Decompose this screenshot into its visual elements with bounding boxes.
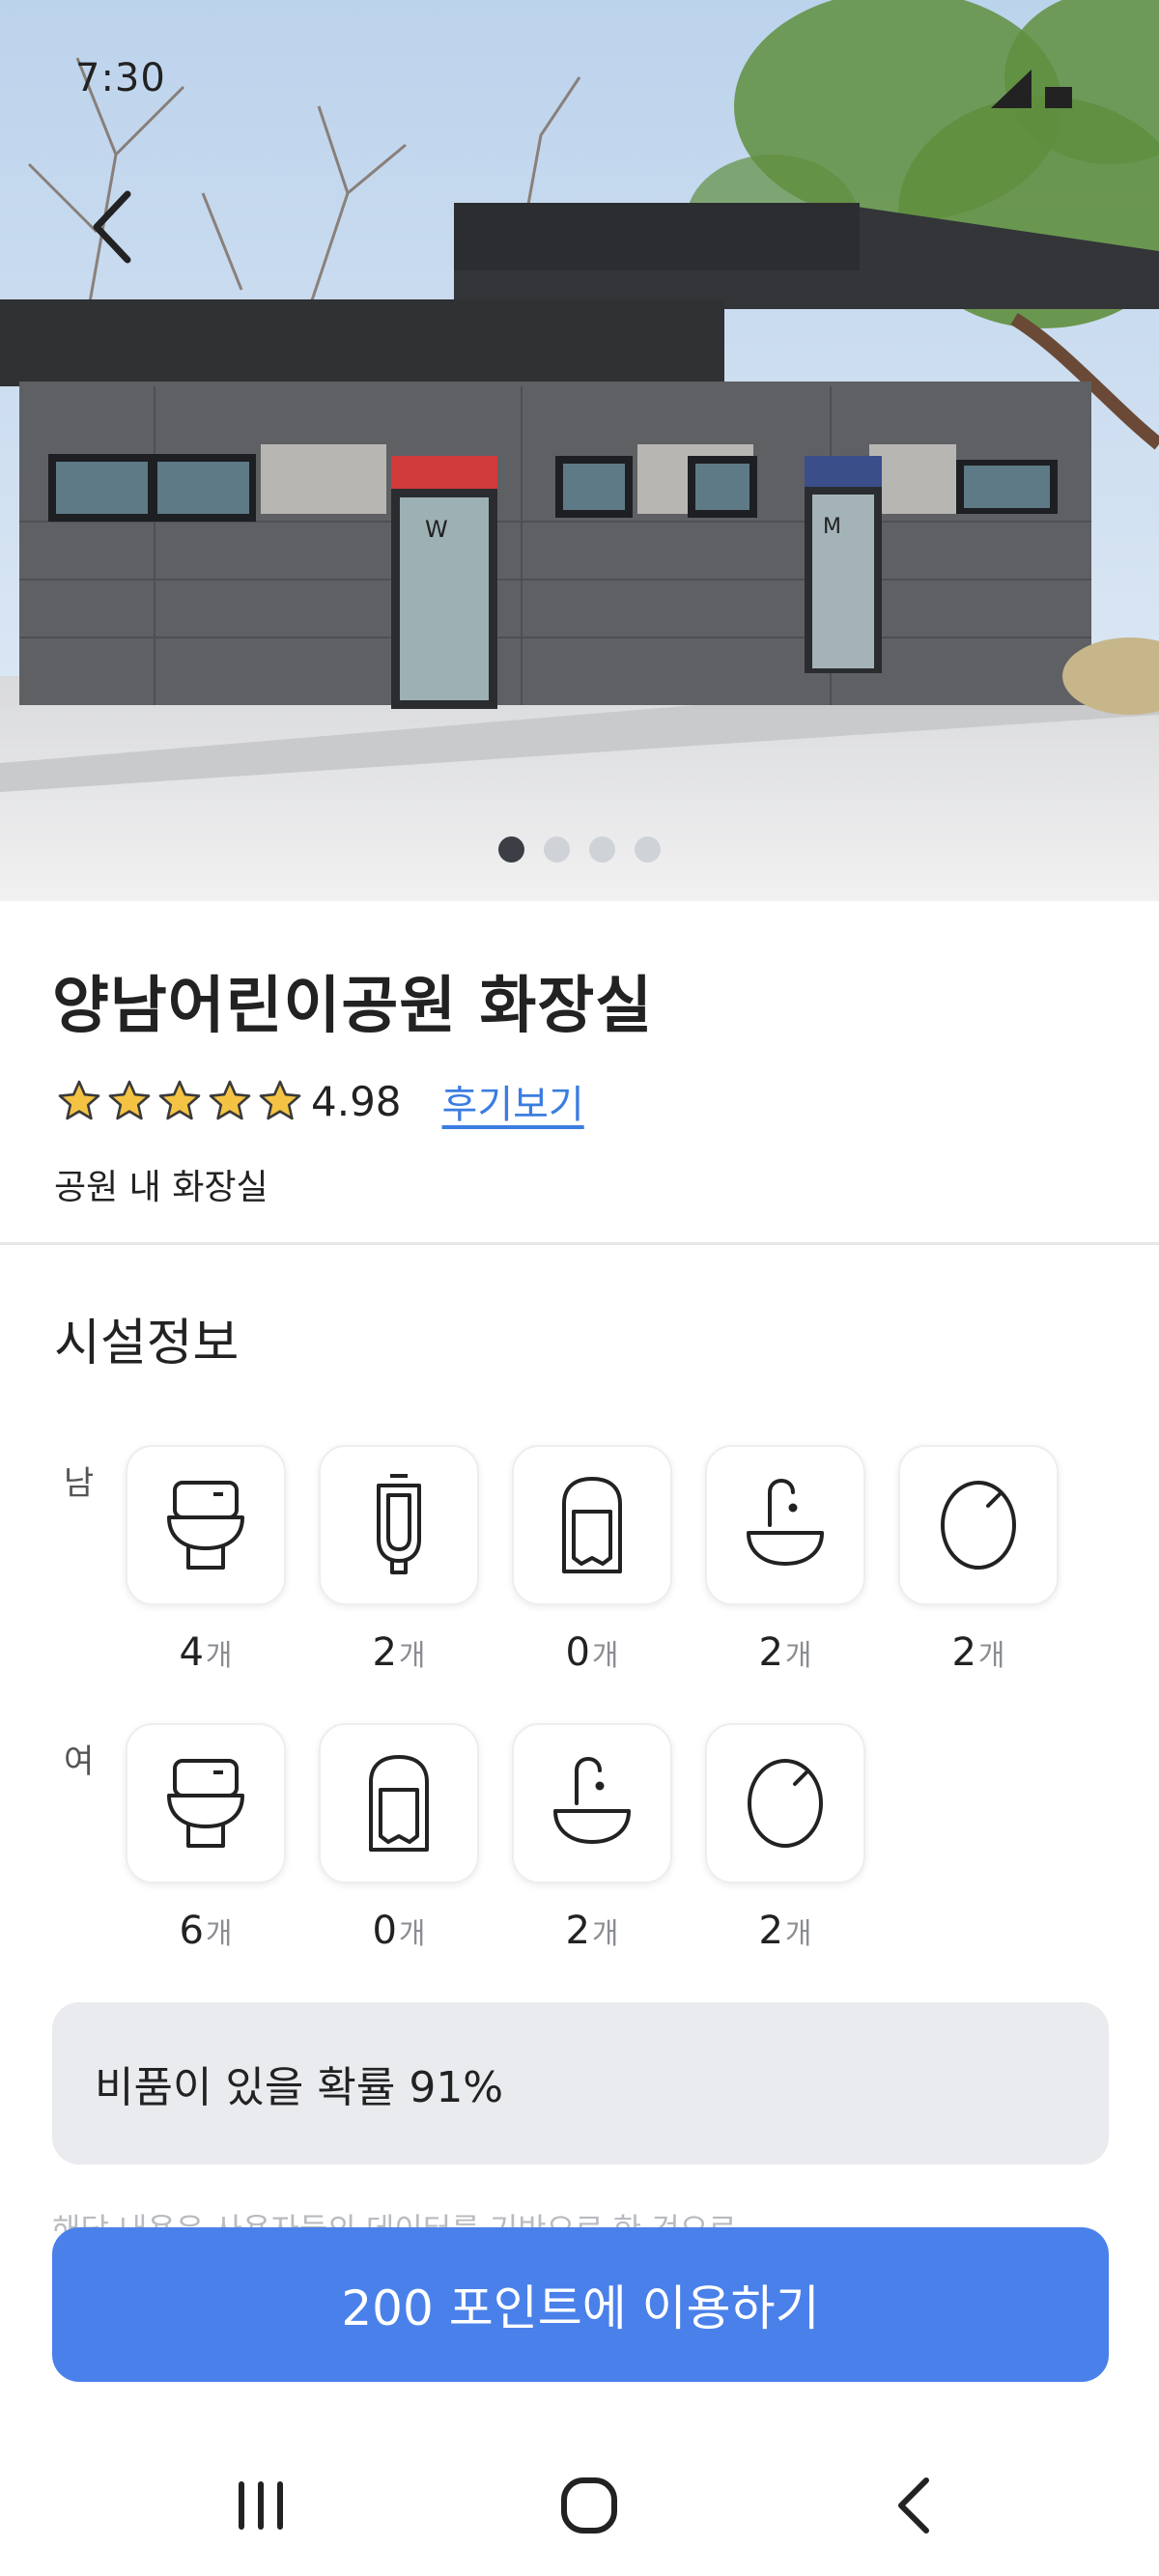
facility-item-toilet: 4개 bbox=[126, 1445, 286, 1675]
rating-value: 4.98 bbox=[311, 1077, 402, 1125]
star-icon bbox=[259, 1080, 301, 1120]
back-button[interactable] bbox=[77, 184, 145, 270]
facility-tile bbox=[705, 1723, 865, 1883]
recent-apps-button[interactable] bbox=[222, 2467, 299, 2544]
facility-item-toilet: 6개 bbox=[126, 1723, 286, 1953]
facility-tile bbox=[126, 1445, 286, 1605]
photo-gallery[interactable]: W M 7:30 bbox=[0, 0, 1159, 901]
restroom-photo: W M bbox=[0, 0, 1159, 901]
sink-icon bbox=[747, 1479, 824, 1566]
facility-count: 2개 bbox=[372, 1630, 426, 1675]
status-time: 7:30 bbox=[75, 56, 166, 100]
home-icon bbox=[561, 2477, 617, 2534]
svg-text:W: W bbox=[425, 516, 448, 543]
svg-text:M: M bbox=[823, 515, 841, 539]
female-facility-row: 6개 0개 2개 2개 bbox=[126, 1723, 865, 1953]
facility-item-paper-towel: 0개 bbox=[512, 1445, 672, 1675]
star-icon bbox=[108, 1080, 151, 1120]
pagination-dot[interactable] bbox=[635, 836, 661, 863]
view-reviews-link[interactable]: 후기보기 bbox=[442, 1073, 584, 1129]
urinal-icon bbox=[377, 1474, 421, 1574]
mirror-icon bbox=[941, 1481, 1016, 1570]
facility-item-urinal: 2개 bbox=[319, 1445, 479, 1675]
facility-item-sink: 2개 bbox=[512, 1723, 672, 1953]
pagination-dot[interactable] bbox=[589, 836, 615, 863]
facility-count: 4개 bbox=[179, 1630, 233, 1675]
place-category: 공원 내 화장실 bbox=[54, 1168, 269, 1207]
facility-item-mirror: 2개 bbox=[705, 1723, 865, 1953]
toilet-icon bbox=[167, 1481, 244, 1570]
male-facility-row: 4개 2개 0개 2 개 2 개 bbox=[126, 1445, 1059, 1675]
facility-tile bbox=[319, 1445, 479, 1605]
facility-tile bbox=[512, 1723, 672, 1883]
facility-count: 2개 bbox=[951, 1630, 1005, 1675]
chevron-left-icon bbox=[93, 190, 131, 264]
rating-row: 4.98 후기보기 bbox=[56, 1072, 584, 1130]
facility-tile bbox=[898, 1445, 1059, 1605]
use-with-points-button[interactable]: 200 포인트에 이용하기 bbox=[52, 2227, 1109, 2382]
system-nav-bar bbox=[0, 2434, 1159, 2576]
pagination-dot[interactable] bbox=[544, 836, 570, 863]
gallery-pagination bbox=[0, 836, 1159, 863]
sink-icon bbox=[553, 1757, 631, 1844]
facility-tile bbox=[705, 1445, 865, 1605]
female-row-label: 여 bbox=[64, 1742, 95, 1781]
place-title: 양남어린이공원 화장실 bbox=[52, 971, 654, 1042]
star-icon bbox=[209, 1080, 251, 1120]
facility-tile bbox=[126, 1723, 286, 1883]
supplies-probability-box: 비품이 있을 확률 91% bbox=[52, 2002, 1109, 2165]
section-divider bbox=[0, 1242, 1159, 1245]
star-icon bbox=[58, 1080, 100, 1120]
back-arrow-icon bbox=[898, 2477, 929, 2534]
facility-section-title: 시설정보 bbox=[54, 1315, 240, 1373]
place-detail-screen: W M 7:30 양남어린이공원 화장실 4.98 후기보기 공원 내 화장실 … bbox=[0, 0, 1159, 2576]
facility-item-mirror: 2개 bbox=[898, 1445, 1059, 1675]
male-row-label: 남 bbox=[64, 1464, 95, 1503]
facility-count: 2개 bbox=[758, 1909, 812, 1953]
facility-item-sink: 2개 bbox=[705, 1445, 865, 1675]
facility-count: 2개 bbox=[565, 1909, 619, 1953]
pagination-dot-active[interactable] bbox=[498, 836, 524, 863]
facility-count: 6개 bbox=[179, 1909, 233, 1953]
paper-towel-icon bbox=[562, 1477, 622, 1573]
mirror-icon bbox=[748, 1759, 823, 1848]
signal-battery-icon bbox=[991, 70, 1072, 108]
toilet-icon bbox=[167, 1759, 244, 1848]
home-button[interactable] bbox=[551, 2467, 628, 2544]
rating-stars bbox=[56, 1078, 303, 1124]
system-back-button[interactable] bbox=[874, 2467, 951, 2544]
facility-count: 2개 bbox=[758, 1630, 812, 1675]
facility-item-paper-towel: 0개 bbox=[319, 1723, 479, 1953]
recent-apps-icon bbox=[239, 2481, 283, 2530]
facility-count: 0개 bbox=[565, 1630, 619, 1675]
facility-count: 0개 bbox=[372, 1909, 426, 1953]
facility-tile bbox=[319, 1723, 479, 1883]
paper-towel-icon bbox=[369, 1755, 429, 1852]
star-icon bbox=[158, 1080, 201, 1120]
facility-tile bbox=[512, 1445, 672, 1605]
